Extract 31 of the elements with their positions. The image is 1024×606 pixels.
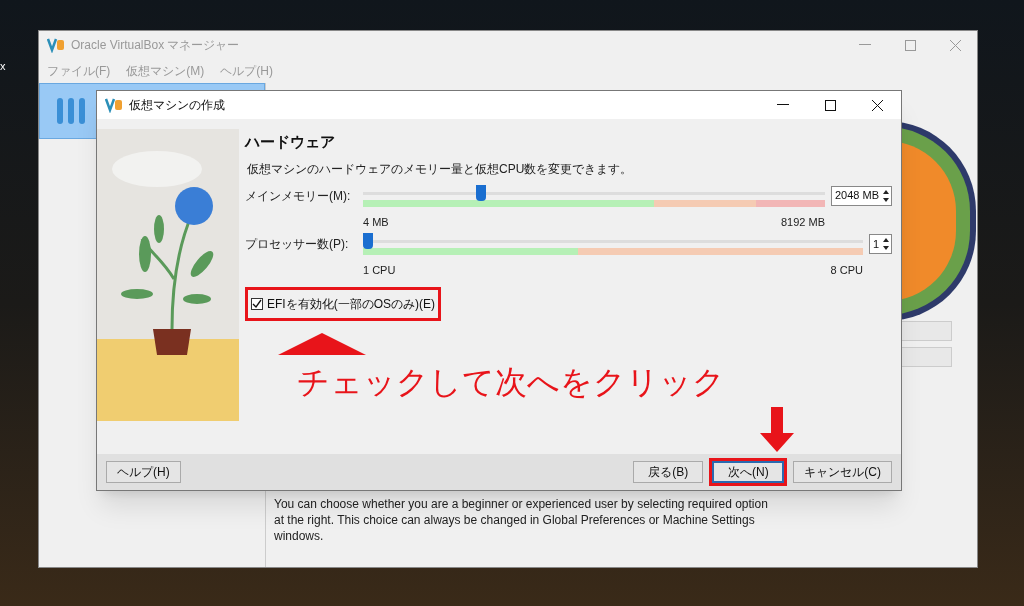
maximize-icon[interactable] [825,99,836,111]
slider-thumb[interactable] [476,184,486,201]
slider-label: メインメモリー(M): [245,187,352,204]
window-title: Oracle VirtualBox マネージャー [71,37,240,54]
spin-box[interactable]: 2048 MB [831,185,893,206]
close-icon[interactable] [872,99,883,111]
page-heading: ハードウェア [245,132,336,152]
scale-label: 4 MB [363,214,389,230]
dialog-title: 仮想マシンの作成 [129,97,225,114]
app-logo-icon [47,37,65,53]
annotation-text: チェックして次へをクリック [297,363,725,402]
scale-label: 1 CPU [363,263,396,278]
memory-slider[interactable] [363,183,825,208]
down-arrow-annotation [760,407,794,452]
minimize-icon[interactable] [777,104,789,106]
scale-label: 8192 MB [780,214,825,230]
app-logo-icon [105,97,123,113]
slider-label: プロセッサー数(P): [245,236,350,252]
dialog-button[interactable]: キャンセル(C) [793,461,892,483]
dialog-button[interactable]: 次へ(N) [712,461,785,483]
processor-slider[interactable] [363,232,863,256]
spin-arrows-icon[interactable] [881,236,892,252]
page-description: 仮想マシンのハードウェアのメモリー量と仮想CPU数を変更できます。 [247,161,634,176]
desktop-icon-label: x [0,59,6,74]
efi-checkbox[interactable]: EFIを有効化(一部のOSのみ)(E) [245,286,441,321]
spin-box[interactable]: 1 [869,234,893,254]
scale-label: 8 CPU [830,263,863,278]
help-button[interactable]: ヘルプ(H) [106,461,181,483]
slider-thumb[interactable] [363,233,373,249]
description-text: You can choose whether you are a beginner or experienced user by selecting required option at the right. This choice can always be changed in Global Preferences or Machine Settings windows. [274,496,769,544]
dialog-button[interactable]: 戻る(B) [633,461,704,483]
